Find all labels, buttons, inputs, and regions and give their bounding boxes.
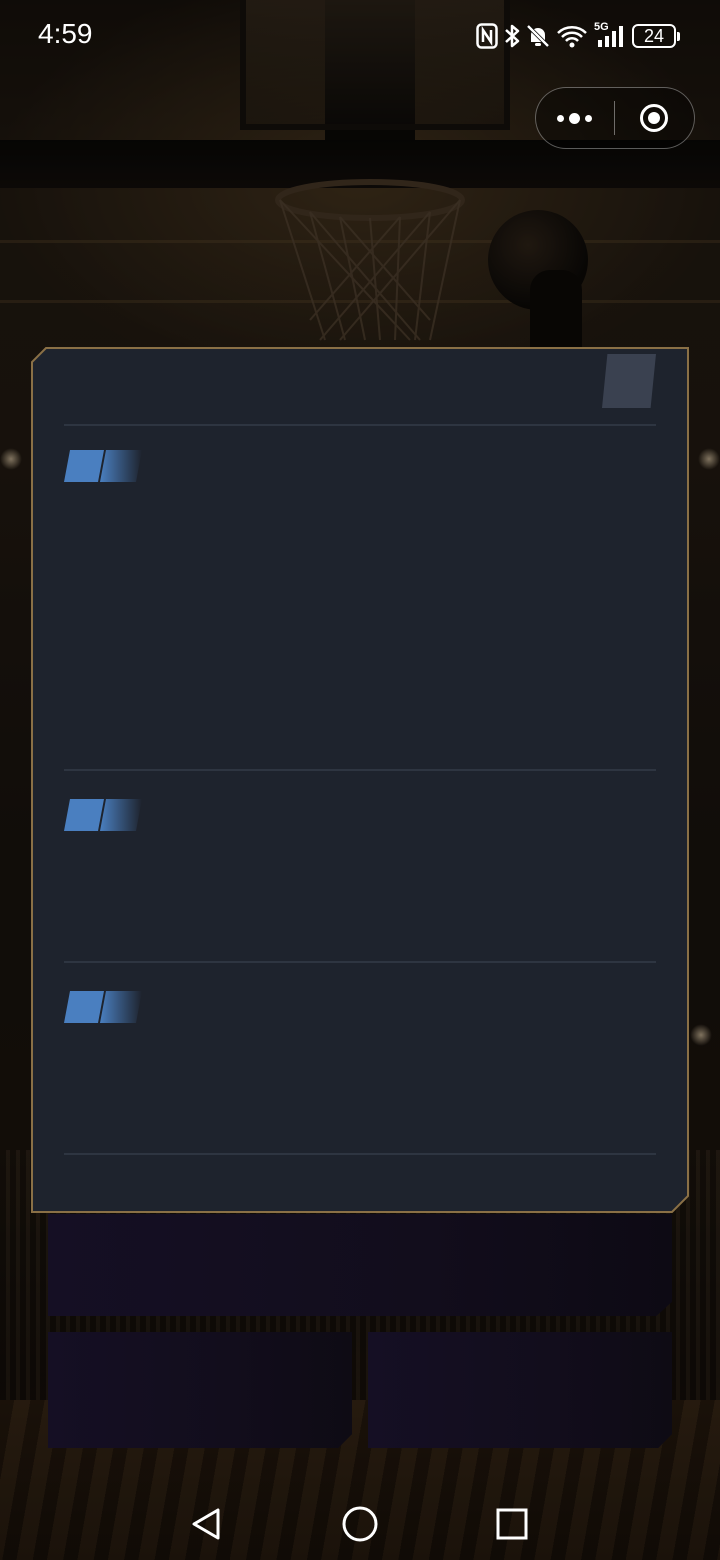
more-dots-icon[interactable] <box>536 88 614 148</box>
panel-divider <box>64 1153 656 1155</box>
close-target-icon[interactable] <box>615 88 695 148</box>
right-action-button[interactable] <box>368 1332 672 1448</box>
nfc-icon <box>476 23 498 49</box>
recents-icon[interactable] <box>476 1488 548 1560</box>
cellular-signal-icon: 5G <box>594 21 626 49</box>
section-marker-icon <box>64 991 142 1023</box>
panel-section-1 <box>64 450 656 770</box>
bluetooth-icon <box>505 24 520 48</box>
back-icon[interactable] <box>170 1488 242 1560</box>
status-icons: 5G 24 <box>476 20 680 52</box>
panel-divider <box>64 961 656 963</box>
battery-icon: 24 <box>632 24 680 48</box>
home-icon[interactable] <box>324 1488 396 1560</box>
section-marker-icon <box>64 450 142 482</box>
section-marker-icon <box>64 799 142 831</box>
battery-level: 24 <box>632 24 676 48</box>
panel-section-2 <box>64 799 656 959</box>
battery-tip <box>677 31 680 41</box>
close-icon[interactable] <box>602 354 656 408</box>
panel-section-3 <box>64 991 656 1151</box>
wifi-icon <box>557 26 587 48</box>
panel-divider <box>64 424 656 426</box>
navigation-bar <box>0 1488 720 1560</box>
left-action-button[interactable] <box>48 1332 352 1448</box>
status-time: 4:59 <box>38 18 93 49</box>
screen: 4:59 5G 24 <box>0 0 720 1560</box>
modal-panel <box>32 348 688 1212</box>
primary-action-button[interactable] <box>48 1214 672 1316</box>
miniprogram-capsule <box>535 87 695 149</box>
panel-divider <box>64 769 656 771</box>
status-bar: 4:59 5G 24 <box>0 0 720 72</box>
mute-bell-icon <box>526 24 550 48</box>
